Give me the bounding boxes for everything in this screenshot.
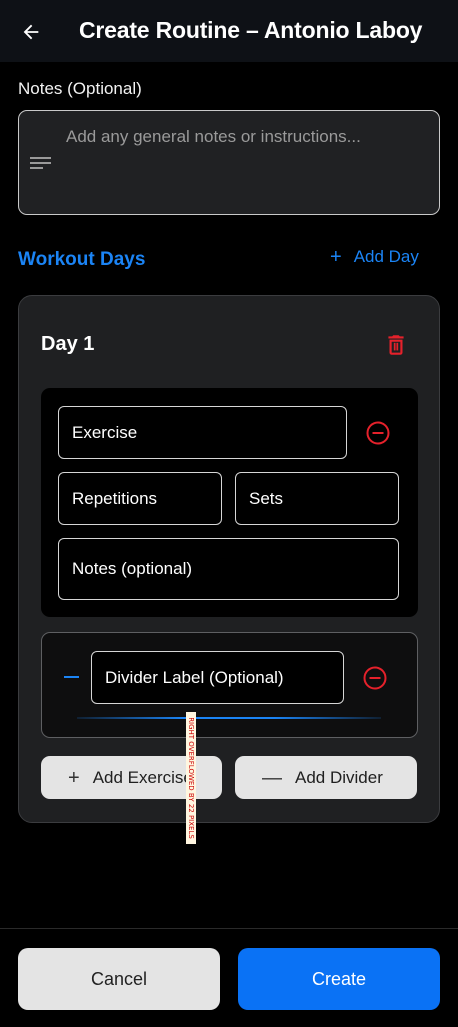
trash-icon[interactable] [383, 332, 409, 358]
overflow-warning-text: RIGHT OVERFLOWED BY 22 PIXELS [187, 717, 195, 839]
plus-icon: + [68, 766, 80, 789]
arrow-left-icon [23, 24, 39, 40]
exercise-placeholder: Exercise [72, 422, 138, 442]
sets-input[interactable]: Sets [235, 472, 399, 525]
plus-icon: + [330, 246, 342, 268]
day-title: Day 1 [41, 333, 95, 355]
remove-circle-icon[interactable] [362, 665, 388, 691]
back-button[interactable] [16, 17, 46, 47]
add-day-label: Add Day [353, 247, 419, 266]
minus-icon[interactable] [64, 676, 79, 678]
divider-block: Divider Label (Optional) [41, 632, 418, 738]
remove-circle-icon[interactable] [365, 420, 391, 446]
divider-rule [77, 717, 381, 719]
general-notes-field[interactable]: Add any general notes or instructions... [18, 110, 440, 215]
workout-days-heading: Workout Days [18, 249, 146, 270]
exercise-notes-placeholder: Notes (optional) [72, 559, 193, 578]
repetitions-placeholder: Repetitions [72, 488, 158, 508]
add-divider-button[interactable]: — Add Divider [235, 756, 417, 799]
notes-placeholder: Add any general notes or instructions... [66, 127, 361, 146]
bottom-action-bar: Cancel Create [0, 928, 458, 1027]
overflow-warning: RIGHT OVERFLOWED BY 22 PIXELS [186, 712, 196, 844]
divider-label-input[interactable]: Divider Label (Optional) [91, 651, 344, 704]
minus-icon: — [262, 766, 282, 789]
divider-label-placeholder: Divider Label (Optional) [105, 667, 284, 687]
sets-placeholder: Sets [249, 488, 284, 508]
page-title: Create Routine – Antonio Laboy [79, 17, 423, 43]
add-day-button[interactable]: + Add Day [330, 247, 419, 267]
add-divider-label: Add Divider [295, 767, 383, 787]
notes-label: Notes (Optional) [18, 79, 142, 98]
app-bar: Create Routine – Antonio Laboy [0, 0, 458, 62]
day-card: Day 1 Exercise Repetitions Sets Notes (o… [18, 295, 440, 823]
exercise-notes-input[interactable]: Notes (optional) [58, 538, 399, 600]
create-button[interactable]: Create [238, 948, 440, 1010]
exercise-block: Exercise Repetitions Sets Notes (optiona… [41, 388, 418, 617]
add-exercise-label: Add Exercise [92, 767, 193, 787]
notes-lines-icon [30, 157, 51, 169]
repetitions-input[interactable]: Repetitions [58, 472, 222, 525]
exercise-input[interactable]: Exercise [58, 406, 347, 459]
cancel-button[interactable]: Cancel [18, 948, 220, 1010]
